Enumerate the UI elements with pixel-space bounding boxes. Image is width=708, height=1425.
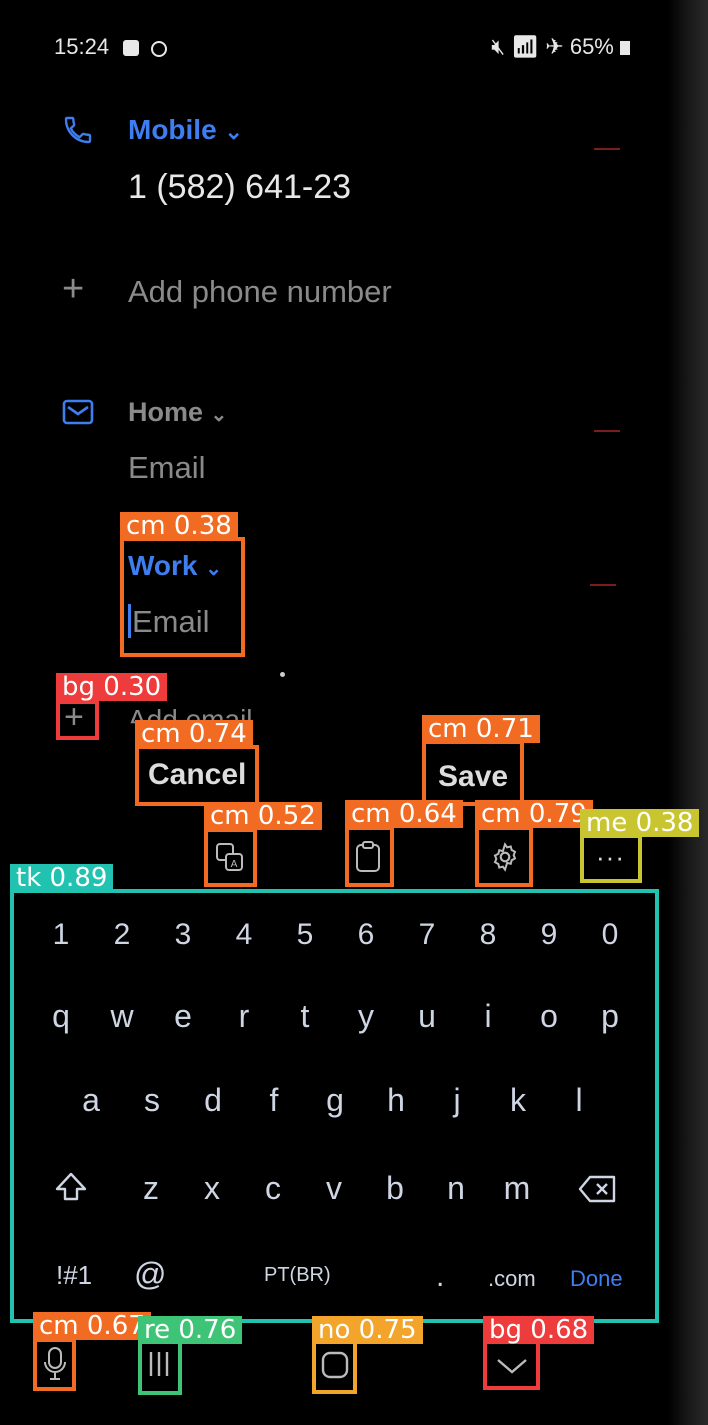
- number-key-8[interactable]: 8: [463, 918, 513, 952]
- chevron-down-icon: ⌄: [224, 119, 243, 144]
- plus-icon[interactable]: +: [62, 270, 84, 308]
- email-field-home[interactable]: Email: [128, 450, 206, 486]
- detection-label-clipboard: cm 0.64: [345, 800, 463, 828]
- letter-key-m[interactable]: m: [492, 1170, 542, 1207]
- number-key-7[interactable]: 7: [402, 918, 452, 952]
- remove-phone-marker[interactable]: [594, 148, 620, 150]
- detection-label-add: bg 0.30: [56, 673, 168, 701]
- remove-email-work-marker[interactable]: [590, 584, 616, 586]
- number-key-0[interactable]: 0: [585, 918, 635, 952]
- letter-key-a[interactable]: a: [66, 1082, 116, 1119]
- letter-key-t[interactable]: t: [280, 998, 330, 1035]
- phone-icon: [62, 114, 94, 146]
- detection-box-more: [580, 834, 642, 883]
- letter-key-s[interactable]: s: [127, 1082, 177, 1119]
- letter-key-d[interactable]: d: [188, 1082, 238, 1119]
- wifi-icon: ︎📶︎: [511, 34, 540, 59]
- detection-box-back: [483, 1340, 540, 1390]
- detection-label-keyboard: tk 0.89: [10, 864, 114, 892]
- letter-key-z[interactable]: z: [126, 1170, 176, 1207]
- mute-icon: 🔇︎: [491, 34, 506, 59]
- letter-key-y[interactable]: y: [341, 998, 391, 1035]
- add-phone-number[interactable]: Add phone number: [128, 274, 392, 310]
- letter-key-r[interactable]: r: [219, 998, 269, 1035]
- letter-key-l[interactable]: l: [554, 1082, 604, 1119]
- number-key-6[interactable]: 6: [341, 918, 391, 952]
- email-icon: [62, 398, 94, 426]
- detection-label-translate: cm 0.52: [204, 802, 322, 830]
- email-type-dropdown-home[interactable]: Home ⌄: [128, 397, 227, 428]
- detection-label-home: no 0.75: [312, 1316, 423, 1344]
- detection-box-mic: [33, 1338, 76, 1391]
- number-key-9[interactable]: 9: [524, 918, 574, 952]
- letter-key-c[interactable]: c: [248, 1170, 298, 1207]
- detection-label-cancel: cm 0.74: [135, 720, 253, 748]
- letter-key-e[interactable]: e: [158, 998, 208, 1035]
- device-edge: [668, 0, 708, 1425]
- battery-level: 65%: [569, 34, 614, 59]
- letter-key-v[interactable]: v: [309, 1170, 359, 1207]
- letter-key-o[interactable]: o: [524, 998, 574, 1035]
- status-right: 🔇︎ ︎📶︎ ✈︎ 65%: [491, 34, 630, 60]
- letter-key-w[interactable]: w: [97, 998, 147, 1035]
- detection-label-mic: cm 0.67: [33, 1312, 151, 1340]
- number-key-2[interactable]: 2: [97, 918, 147, 952]
- letter-key-i[interactable]: i: [463, 998, 513, 1035]
- number-key-4[interactable]: 4: [219, 918, 269, 952]
- letter-key-f[interactable]: f: [249, 1082, 299, 1119]
- letter-key-j[interactable]: j: [432, 1082, 482, 1119]
- sync-icon: [151, 41, 168, 57]
- detection-label-more: me 0.38: [580, 809, 700, 837]
- letter-key-x[interactable]: x: [187, 1170, 237, 1207]
- notification-icon: [123, 40, 140, 56]
- phone-type-dropdown[interactable]: Mobile ⌄: [128, 114, 243, 146]
- detection-box-add: [56, 700, 99, 740]
- number-key-1[interactable]: 1: [36, 918, 86, 952]
- letter-key-b[interactable]: b: [370, 1170, 420, 1207]
- detection-box-work-field: [120, 537, 245, 657]
- number-key-5[interactable]: 5: [280, 918, 330, 952]
- drag-dot: [280, 672, 285, 677]
- letter-key-g[interactable]: g: [310, 1082, 360, 1119]
- status-time: 15:24: [54, 34, 168, 60]
- detection-box-clipboard: [345, 826, 394, 887]
- detection-box-cancel: [135, 745, 259, 806]
- detection-label-recents: re 0.76: [138, 1316, 243, 1344]
- letter-key-p[interactable]: p: [585, 998, 635, 1035]
- letter-key-q[interactable]: q: [36, 998, 86, 1035]
- number-key-3[interactable]: 3: [158, 918, 208, 952]
- letter-key-h[interactable]: h: [371, 1082, 421, 1119]
- chevron-down-icon: ⌄: [210, 404, 228, 426]
- detection-box-settings: [475, 826, 533, 887]
- detection-box-home: [312, 1340, 357, 1394]
- remove-email-home-marker[interactable]: [594, 430, 620, 432]
- detection-label-work-field: cm 0.38: [120, 512, 238, 540]
- letter-key-k[interactable]: k: [493, 1082, 543, 1119]
- detection-label-settings: cm 0.79: [475, 800, 593, 828]
- airplane-icon: ✈︎: [545, 34, 564, 59]
- phone-number-field[interactable]: 1 (582) 641-23: [128, 168, 351, 207]
- detection-box-translate: [204, 828, 257, 887]
- detection-box-recents: [138, 1340, 182, 1395]
- letter-key-n[interactable]: n: [431, 1170, 481, 1207]
- letter-key-u[interactable]: u: [402, 998, 452, 1035]
- battery-icon: [620, 41, 630, 55]
- detection-label-back: bg 0.68: [483, 1316, 595, 1344]
- detection-label-save: cm 0.71: [422, 715, 540, 743]
- detection-box-save: [422, 740, 524, 806]
